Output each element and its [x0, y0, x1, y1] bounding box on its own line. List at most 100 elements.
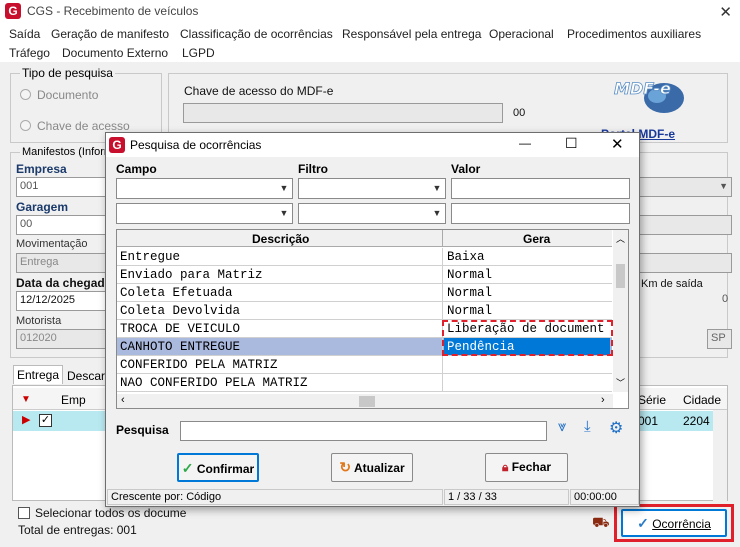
right-combo[interactable]: ▼	[635, 177, 732, 197]
col-cidade: Cidade	[683, 393, 722, 407]
expand-down-icon[interactable]: ⩔	[558, 418, 566, 435]
window-title: CGS - Recebimento de veículos	[27, 4, 199, 18]
mdfe-key-input[interactable]	[183, 103, 503, 123]
col-emp: Emp	[61, 393, 86, 407]
menu-lgpd[interactable]: LGPD	[182, 46, 215, 60]
ocorrencias-grid: Descrição Gera Entregue Baixa Enviado par…	[116, 229, 629, 409]
movimentacao-label: Movimentação	[16, 238, 88, 250]
grid-row[interactable]: Coleta Efetuada Normal	[117, 284, 612, 302]
table-scrollbar[interactable]	[713, 410, 727, 502]
status-order: Crescente por: Código	[107, 489, 443, 505]
campo-select-2[interactable]: ▼	[116, 203, 293, 224]
dialog-logo: G	[109, 137, 125, 153]
truck-icon: ⛟	[592, 514, 610, 530]
valor-input-2[interactable]	[451, 203, 630, 224]
mdfe-suffix: 00	[513, 107, 526, 119]
manifestos-title: Manifestos (Inform	[20, 146, 116, 158]
col-gera: Gera	[523, 232, 551, 246]
uf-field: SP	[707, 329, 732, 349]
menu-classificacao-ocorrencias[interactable]: Classificação de ocorrências	[180, 27, 333, 41]
data-chegada-label: Data da chegada	[16, 276, 112, 290]
grid-row[interactable]: Enviado para Matriz Normal	[117, 266, 612, 284]
status-count: 1 / 33 / 33	[444, 489, 569, 505]
menu-trafego[interactable]: Tráfego	[9, 46, 50, 60]
menu-bar: Saída Geração de manifesto Classificação…	[0, 24, 740, 62]
motorista-input[interactable]: 012020	[16, 329, 116, 349]
atualizar-button[interactable]: ↻ Atualizar	[331, 453, 413, 482]
refresh-icon: ↻	[339, 459, 352, 475]
empresa-label: Empresa	[16, 162, 67, 176]
dialog-title-bar: G Pesquisa de ocorrências — ☐ ✕	[106, 133, 639, 157]
minimize-icon[interactable]: —	[519, 136, 531, 150]
km-saida-label: Km de saída	[641, 278, 703, 290]
row-pointer-icon: ▶	[22, 414, 31, 426]
menu-geracao-manifesto[interactable]: Geração de manifesto	[51, 27, 169, 41]
pesquisa-input[interactable]	[180, 421, 547, 441]
valor-input-1[interactable]	[451, 178, 630, 199]
app-logo: G	[5, 3, 21, 19]
km-saida-value: 0	[722, 293, 729, 305]
checkmark-icon: ✓	[637, 515, 649, 531]
campo-select-1[interactable]: ▼	[116, 178, 293, 199]
menu-documento-externo[interactable]: Documento Externo	[62, 46, 168, 60]
garagem-label: Garagem	[16, 200, 69, 214]
lock-icon: 🔒︎	[501, 460, 509, 474]
data-chegada-input[interactable]: 12/12/2025	[16, 291, 116, 311]
close-icon[interactable]: ✕	[719, 3, 732, 21]
filtro-select-2[interactable]: ▼	[298, 203, 446, 224]
gera-highlight-box	[442, 320, 613, 356]
status-time: 00:00:00	[570, 489, 639, 505]
campo-label: Campo	[116, 162, 157, 176]
radio-chave-acesso[interactable]	[20, 120, 31, 131]
mdfe-logo: MDF-e	[612, 76, 688, 116]
select-all-checkbox[interactable]	[18, 507, 30, 519]
radio-documento[interactable]	[20, 89, 31, 100]
fechar-button[interactable]: 🔒︎ Fechar	[485, 453, 568, 482]
radio-chave-label: Chave de acesso	[37, 119, 130, 133]
radio-documento-label: Documento	[37, 88, 99, 102]
empresa-input[interactable]: 001	[16, 177, 116, 197]
maximize-icon[interactable]: ☐	[565, 135, 578, 152]
svg-text:MDF-e: MDF-e	[614, 79, 671, 98]
cell-cidade: 2204 -	[683, 414, 718, 428]
filtro-select-1[interactable]: ▼	[298, 178, 446, 199]
pesquisa-label: Pesquisa	[116, 423, 169, 437]
tipo-pesquisa-title: Tipo de pesquisa	[20, 66, 115, 80]
right-field-garagem	[635, 215, 732, 235]
col-serie: Série	[638, 393, 667, 407]
menu-saida[interactable]: Saída	[9, 27, 40, 41]
total-entregas: Total de entregas: 001	[18, 523, 137, 537]
grid-row[interactable]: Coleta Devolvida Normal	[117, 302, 612, 320]
confirm-check-icon: ✓	[181, 460, 194, 476]
move-down-icon[interactable]: ⤓	[584, 418, 591, 435]
menu-procedimentos-auxiliares[interactable]: Procedimentos auxiliares	[567, 27, 701, 41]
grid-hscrollbar[interactable]: ‹ ›	[117, 394, 613, 408]
grid-row[interactable]: Entregue Baixa	[117, 248, 612, 266]
dialog-title: Pesquisa de ocorrências	[130, 138, 262, 152]
sort-arrow-icon: ▼	[21, 394, 31, 405]
motorista-label: Motorista	[16, 315, 62, 327]
grid-vscrollbar[interactable]: ︿ ﹀	[613, 230, 628, 392]
title-bar: G CGS - Recebimento de veículos ✕	[0, 0, 740, 24]
valor-label: Valor	[451, 162, 481, 176]
row-checkbox[interactable]: ✓	[39, 414, 52, 427]
tab-entrega[interactable]: Entrega	[13, 365, 64, 384]
right-field-mov	[635, 253, 732, 273]
settings-icon[interactable]: ⚙	[609, 418, 623, 438]
pesquisa-ocorrencias-dialog: G Pesquisa de ocorrências — ☐ ✕ Campo Fi…	[105, 132, 640, 507]
grid-row[interactable]: CONFERIDO PELA MATRIZ	[117, 356, 612, 374]
movimentacao-select[interactable]: Entrega	[16, 253, 106, 273]
select-all-label: Selecionar todos os docume	[35, 506, 187, 520]
confirmar-button[interactable]: ✓ Confirmar	[177, 453, 259, 482]
grid-header: Descrição Gera	[117, 230, 612, 247]
grid-row[interactable]: NAO CONFERIDO PELA MATRIZ	[117, 374, 612, 392]
garagem-input[interactable]: 00	[16, 215, 116, 235]
filtro-label: Filtro	[298, 162, 328, 176]
cell-serie: 001	[638, 414, 659, 428]
menu-operacional[interactable]: Operacional	[489, 27, 554, 41]
dialog-close-icon[interactable]: ✕	[611, 135, 624, 153]
mdfe-label: Chave de acesso do MDF-e	[184, 84, 334, 98]
menu-responsavel-entrega[interactable]: Responsável pela entrega	[342, 27, 481, 41]
col-descricao: Descrição	[252, 232, 310, 246]
ocorrencia-button[interactable]: ✓ Ocorrência	[621, 509, 727, 537]
